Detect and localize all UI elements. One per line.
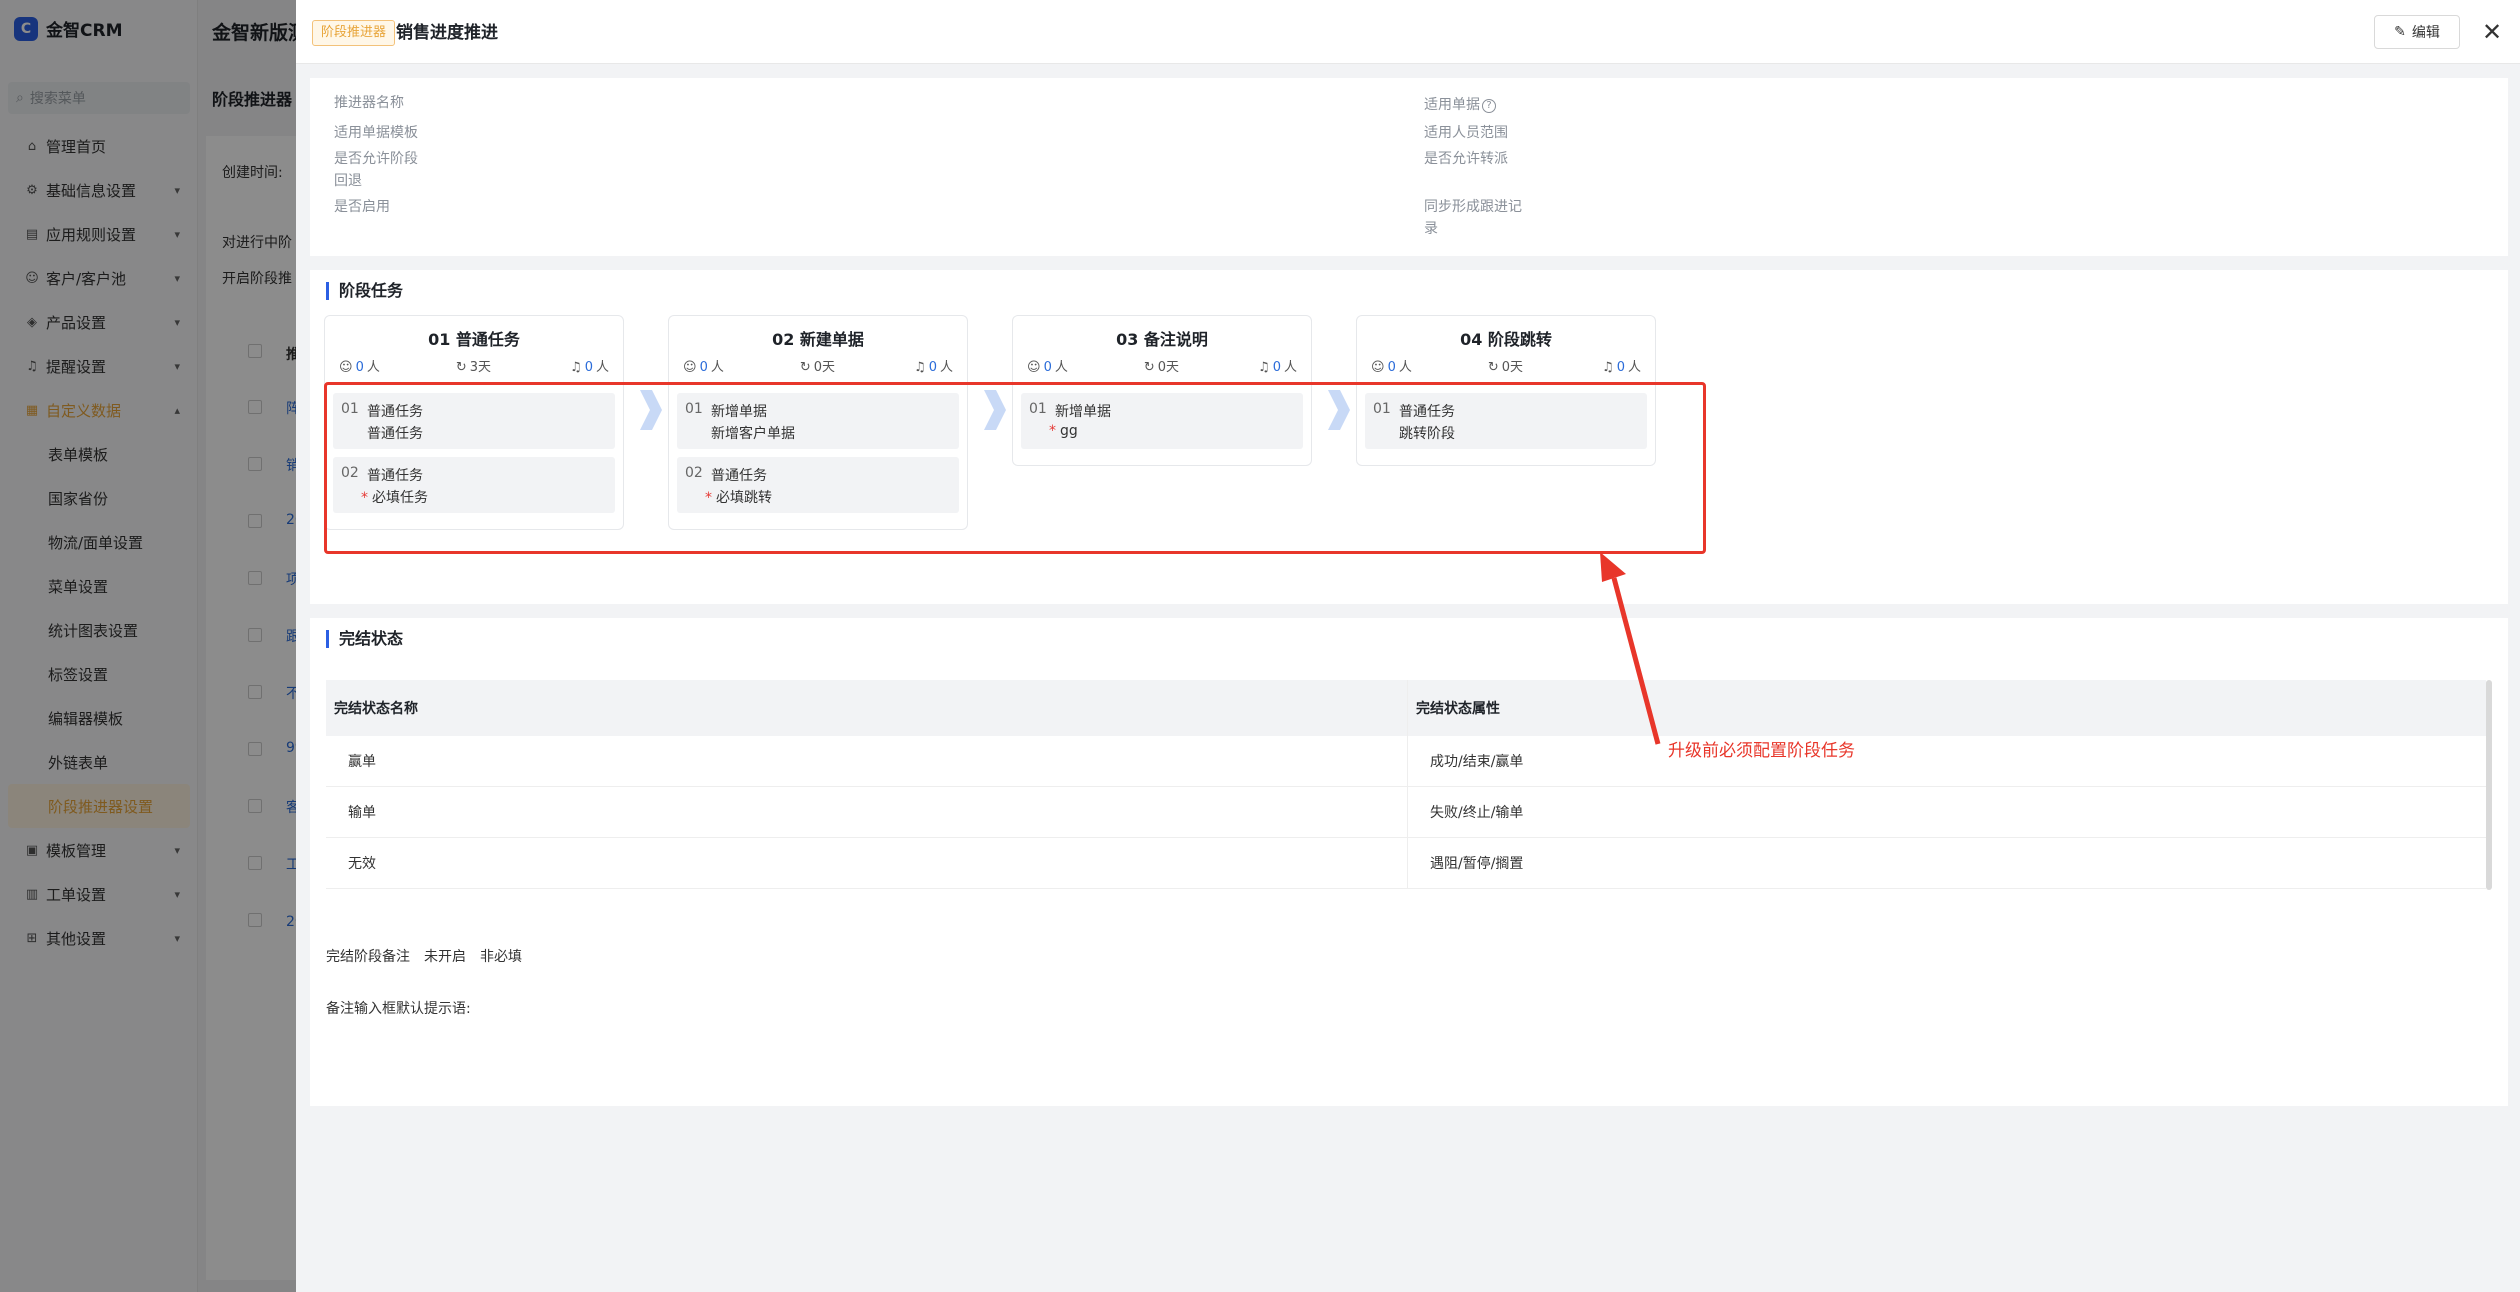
people-icon: ☺ 0 人 [1371, 359, 1412, 375]
remark-label: 完结阶段备注 [326, 949, 410, 965]
notify-count: 0 [1616, 359, 1625, 375]
status-name-cell: 赢单 [326, 736, 1408, 786]
status-name-cell: 输单 [326, 787, 1408, 837]
edit-button[interactable]: ✎ 编辑 [2374, 15, 2460, 49]
info-label: 同步形成跟进记录 [1424, 199, 1522, 237]
table-row: 输单 失败/终止/输单 [326, 787, 2486, 838]
people-count: 0 [1387, 359, 1396, 375]
notify-count: 0 [928, 359, 937, 375]
info-label-text: 适用单据 [1424, 97, 1480, 113]
table-header-row: 完结状态名称 完结状态属性 [326, 680, 2486, 736]
completion-remark-setting: 完结阶段备注 未开启 非必填 [326, 946, 536, 966]
people-count: 0 [1043, 359, 1052, 375]
stage-meta: ☺ 0 人 ↻ 0天 ♫ 0 人 [1013, 354, 1311, 376]
days-value: 0天 [813, 359, 836, 375]
remark-enabled-value: 未开启 [424, 949, 466, 965]
unit: 人 [595, 359, 609, 375]
stage-title: 04 阶段跳转 [1460, 330, 1552, 349]
clock-icon: ↻ 0天 [1487, 359, 1524, 375]
people-icon: ☺ 0 人 [1027, 359, 1068, 375]
clock-icon: ↻ 3天 [455, 359, 492, 375]
bell-icon: ♫ 0 人 [1602, 359, 1641, 375]
stage-meta: ☺ 0 人 ↻ 0天 ♫ 0 人 [1357, 354, 1655, 376]
people-count: 0 [355, 359, 364, 375]
info-label: 是否允许转派 [1424, 151, 1508, 167]
stage-advancer-drawer: 阶段推进器 销售进度推进 ✎ 编辑 ✕ 推进器名称 适用单据模板 是否允许阶段回… [296, 0, 2520, 1292]
status-name-cell: 无效 [326, 838, 1408, 888]
bell-icon: ♫ 0 人 [1258, 359, 1297, 375]
info-label: 是否启用 [334, 199, 390, 215]
stage-meta: ☺ 0 人 ↻ 0天 ♫ 0 人 [669, 354, 967, 376]
section-title: 完结状态 [326, 630, 403, 648]
drawer-title: 销售进度推进 [396, 23, 498, 43]
info-label: 适用单据? [1424, 94, 1496, 116]
people-count: 0 [699, 359, 708, 375]
unit: 人 [1627, 359, 1641, 375]
status-table: 完结状态名称 完结状态属性 赢单 成功/结束/赢单 输单 失败/终止/输单 无效… [326, 680, 2486, 889]
days-value: 0天 [1501, 359, 1524, 375]
info-label: 推进器名称 [334, 95, 404, 111]
days-value: 0天 [1157, 359, 1180, 375]
clock-icon: ↻ 0天 [1143, 359, 1180, 375]
clock-icon: ↻ 0天 [799, 359, 836, 375]
section-title: 阶段任务 [326, 282, 403, 300]
unit: 人 [366, 359, 380, 375]
info-label: 适用单据模板 [334, 125, 418, 141]
edit-button-label: 编辑 [2411, 25, 2440, 41]
bell-icon: ♫ 0 人 [914, 359, 953, 375]
info-label: 适用人员范围 [1424, 125, 1508, 141]
unit: 人 [1398, 359, 1412, 375]
column-header: 完结状态属性 [1416, 701, 1500, 717]
people-icon: ☺ 0 人 [339, 359, 380, 375]
people-icon: ☺ 0 人 [683, 359, 724, 375]
annotation-arrow-icon [1600, 552, 1661, 745]
pencil-icon: ✎ [2394, 24, 2406, 40]
info-label: 是否允许阶段回退 [334, 151, 418, 189]
unit: 人 [1054, 359, 1068, 375]
bell-icon: ♫ 0 人 [570, 359, 609, 375]
unit: 人 [710, 359, 724, 375]
close-icon[interactable]: ✕ [2476, 16, 2508, 48]
basic-info-card: 推进器名称 适用单据模板 是否允许阶段回退 是否启用 适用单据? 适用人员范围 … [310, 78, 2508, 256]
days-value: 3天 [469, 359, 492, 375]
unit: 人 [939, 359, 953, 375]
remark-required-value: 非必填 [480, 949, 522, 965]
stage-title: 02 新建单据 [772, 330, 864, 349]
highlight-box [324, 382, 1706, 554]
notify-count: 0 [1272, 359, 1281, 375]
stage-title: 01 普通任务 [428, 330, 520, 349]
status-attr-cell: 成功/结束/赢单 [1430, 754, 1524, 770]
drawer-header: 阶段推进器 销售进度推进 ✎ 编辑 ✕ [296, 0, 2520, 64]
status-attr-cell: 失败/终止/输单 [1430, 805, 1524, 821]
table-row: 赢单 成功/结束/赢单 [326, 736, 2486, 787]
remark-placeholder-label: 备注输入框默认提示语: [326, 1001, 471, 1017]
unit: 人 [1283, 359, 1297, 375]
table-row: 无效 遇阻/暂停/搁置 [326, 838, 2486, 889]
help-icon[interactable]: ? [1482, 99, 1496, 113]
notify-count: 0 [584, 359, 593, 375]
status-attr-cell: 遇阻/暂停/搁置 [1430, 856, 1524, 872]
stage-meta: ☺ 0 人 ↻ 3天 ♫ 0 人 [325, 354, 623, 376]
stage-title: 03 备注说明 [1116, 330, 1208, 349]
table-scrollbar[interactable] [2486, 680, 2492, 890]
column-header: 完结状态名称 [326, 680, 1408, 736]
type-tag: 阶段推进器 [312, 20, 396, 46]
completion-status-card: 完结状态 完结状态名称 完结状态属性 赢单 成功/结束/赢单 输单 失败/终止/… [310, 618, 2508, 1106]
annotation-text: 升级前必须配置阶段任务 [1668, 741, 1855, 761]
